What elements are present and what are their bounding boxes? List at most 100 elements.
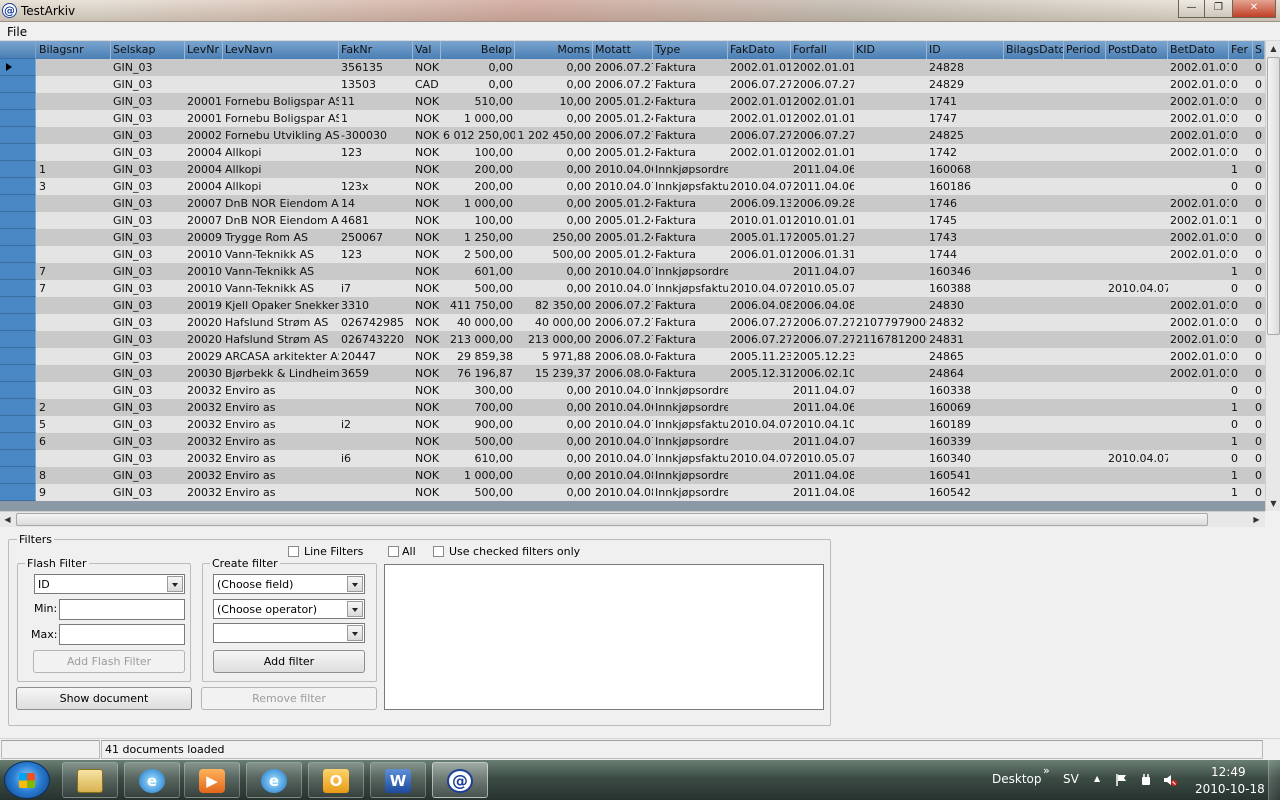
cell-postdato[interactable] [1106,348,1168,365]
cell-moms[interactable]: 5 971,88 [515,348,593,365]
cell-levnr[interactable]: 20029 [185,348,223,365]
cell-type[interactable]: Faktura [653,314,728,331]
cell-fakdato[interactable] [728,467,791,484]
row-header[interactable] [0,127,36,144]
cell-belop[interactable]: 40 000,00 [441,314,515,331]
column-header-id[interactable]: ID [927,41,1004,59]
cell-motatt[interactable]: 2010.04.08 [593,467,653,484]
cell-faknr[interactable]: 13503 [339,76,413,93]
cell-val[interactable]: NOK [413,314,441,331]
cell-val[interactable]: NOK [413,433,441,450]
cell-moms[interactable]: 0,00 [515,399,593,416]
cell-val[interactable]: NOK [413,382,441,399]
cell-s[interactable]: 0 [1253,178,1265,195]
cell-faknr[interactable]: i7 [339,280,413,297]
cell-postdato[interactable] [1106,212,1168,229]
cell-s[interactable]: 0 [1253,484,1265,501]
cell-levnavn[interactable]: ARCASA arkitekter AS [223,348,339,365]
cell-kid[interactable] [854,450,927,467]
cell-forfall[interactable]: 2006.02.10 [791,365,854,382]
row-header[interactable] [0,195,36,212]
cell-bilagsdato[interactable] [1004,59,1064,76]
cell-selskap[interactable]: GIN_03 [111,263,185,280]
cell-levnavn[interactable]: Hafslund Strøm AS [223,331,339,348]
max-input[interactable] [59,624,185,645]
cell-bilagsnr[interactable]: 8 [37,467,111,484]
cell-bilagsdato[interactable] [1004,161,1064,178]
choose-field-select[interactable]: (Choose field) [213,574,365,594]
cell-fer[interactable]: 0 [1229,195,1253,212]
cell-period[interactable] [1064,331,1106,348]
minimize-button[interactable]: — [1178,0,1205,18]
table-row[interactable]: 8 GIN_03 20032 Enviro as NOK 1 000,00 0,00 2010… [0,467,1265,484]
taskbar-explorer-button[interactable] [62,762,118,798]
cell-fer[interactable]: 0 [1229,144,1253,161]
cell-moms[interactable]: 0,00 [515,178,593,195]
cell-moms[interactable]: 250,00 [515,229,593,246]
cell-fakdato[interactable]: 2002.01.01 [728,110,791,127]
cell-forfall[interactable]: 2011.04.06 [791,161,854,178]
cell-belop[interactable]: 700,00 [441,399,515,416]
cell-id[interactable]: 1745 [927,212,1004,229]
add-flash-filter-button[interactable]: Add Flash Filter [33,650,185,673]
cell-fakdato[interactable]: 2006.04.08 [728,297,791,314]
cell-id[interactable]: 24832 [927,314,1004,331]
cell-postdato[interactable] [1106,365,1168,382]
cell-fer[interactable]: 0 [1229,297,1253,314]
line-filters-checkbox[interactable] [288,546,299,557]
cell-id[interactable]: 160189 [927,416,1004,433]
cell-s[interactable]: 0 [1253,297,1265,314]
cell-selskap[interactable]: GIN_03 [111,110,185,127]
cell-val[interactable]: NOK [413,263,441,280]
cell-kid[interactable] [854,416,927,433]
cell-levnr[interactable]: 20032 [185,450,223,467]
cell-levnr[interactable]: 20010 [185,246,223,263]
cell-belop[interactable]: 1 000,00 [441,110,515,127]
cell-selskap[interactable]: GIN_03 [111,467,185,484]
chevron-down-icon[interactable] [167,576,183,592]
column-header-selskap[interactable]: Selskap [111,41,185,59]
cell-postdato[interactable] [1106,263,1168,280]
cell-fakdato[interactable] [728,161,791,178]
cell-postdato[interactable] [1106,433,1168,450]
column-header-bilagsdato[interactable]: BilagsDato [1004,41,1064,59]
cell-moms[interactable]: 0,00 [515,59,593,76]
table-row[interactable]: GIN_03 20020 Hafslund Strøm AS 026742985 NOK… [0,314,1265,331]
cell-selskap[interactable]: GIN_03 [111,382,185,399]
cell-id[interactable]: 160339 [927,433,1004,450]
cell-fakdato[interactable]: 2010.04.07 [728,280,791,297]
cell-faknr[interactable] [339,433,413,450]
cell-bilagsnr[interactable] [37,59,111,76]
row-header[interactable] [0,93,36,110]
cell-fakdato[interactable]: 2010.04.07 [728,450,791,467]
cell-motatt[interactable]: 2010.04.07 [593,450,653,467]
cell-type[interactable]: Faktura [653,76,728,93]
cell-kid[interactable] [854,212,927,229]
taskbar-internet-explorer-button[interactable]: e [124,762,180,798]
row-header[interactable] [0,161,36,178]
cell-selskap[interactable]: GIN_03 [111,127,185,144]
cell-id[interactable]: 160388 [927,280,1004,297]
cell-levnavn[interactable]: Allkopi [223,178,339,195]
filter-value-select[interactable] [213,623,365,643]
start-button[interactable] [4,761,50,799]
cell-bilagsnr[interactable]: 7 [37,280,111,297]
cell-selskap[interactable]: GIN_03 [111,161,185,178]
table-row[interactable]: GIN_03 13503 CAD 0,00 0,00 2006.07.27 Faktura 2… [0,76,1265,93]
cell-bilagsdato[interactable] [1004,433,1064,450]
cell-levnr[interactable]: 20032 [185,416,223,433]
row-header[interactable] [0,280,36,297]
cell-fer[interactable]: 0 [1229,93,1253,110]
cell-bilagsdato[interactable] [1004,263,1064,280]
cell-belop[interactable]: 29 859,38 [441,348,515,365]
cell-belop[interactable]: 100,00 [441,212,515,229]
cell-period[interactable] [1064,127,1106,144]
cell-faknr[interactable]: -300030 [339,127,413,144]
cell-moms[interactable]: 0,00 [515,484,593,501]
cell-type[interactable]: Innkjøpsordre [653,161,728,178]
cell-s[interactable]: 0 [1253,382,1265,399]
cell-motatt[interactable]: 2005.01.24 [593,110,653,127]
row-header[interactable] [0,144,36,161]
cell-fakdato[interactable]: 2005.11.23 [728,348,791,365]
cell-moms[interactable]: 0,00 [515,144,593,161]
